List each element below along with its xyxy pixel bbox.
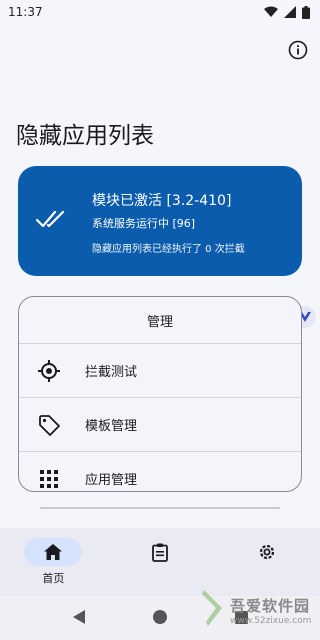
apps-grid-icon (37, 467, 61, 491)
status-time: 11:37 (8, 5, 43, 19)
manage-item-label: 模板管理 (85, 419, 138, 434)
target-icon (37, 359, 61, 383)
watermark-url: www.52zixue.com (230, 615, 312, 626)
service-running-text: 系统服务运行中 [96] (92, 217, 196, 230)
info-icon (288, 40, 308, 60)
battery-icon (302, 5, 310, 19)
manage-item-template[interactable]: 模板管理 (19, 397, 301, 451)
watermark-text: 吾爱软件园 www.52zixue.com (230, 595, 311, 626)
manage-item-label: 拦截测试 (85, 365, 138, 380)
status-icons (264, 5, 310, 19)
info-button[interactable] (286, 38, 310, 62)
wifi-icon (264, 6, 278, 18)
nav-logs[interactable] (107, 528, 214, 596)
nav-home-label: 首页 (42, 572, 65, 585)
nav-home-pill (24, 538, 83, 566)
manage-card: 管理 拦截测试 模板管理 应用管理 (18, 296, 302, 492)
manage-header: 管理 (146, 314, 173, 330)
home-circle-icon[interactable] (152, 609, 167, 628)
content-divider (40, 507, 280, 509)
module-status-text: 模块已激活 [3.2-410] 系统服务运行中 [96] 隐藏应用列表已经执行了… (92, 190, 245, 255)
manage-item-apps[interactable]: 应用管理 (19, 451, 301, 491)
module-active-title: 模块已激活 [3.2-410] (92, 193, 232, 209)
manage-item-intercept-test[interactable]: 拦截测试 (19, 343, 301, 397)
nav-home[interactable]: 首页 (0, 528, 107, 596)
tag-icon (37, 413, 61, 437)
status-bar: 11:37 (0, 0, 320, 24)
settings-icon (259, 544, 274, 560)
nav-settings-pill (238, 538, 296, 566)
nav-logs-pill (131, 538, 189, 566)
home-icon (44, 544, 63, 560)
page-title: 隐藏应用列表 (16, 123, 154, 149)
signal-icon (284, 6, 296, 18)
module-status-card[interactable]: 模块已激活 [3.2-410] 系统服务运行中 [96] 隐藏应用列表已经执行了… (18, 166, 302, 276)
clipboard-icon (152, 543, 168, 562)
manage-item-label: 应用管理 (85, 473, 138, 488)
watermark-title: 吾爱软件园 (230, 596, 311, 615)
back-icon[interactable] (72, 609, 85, 628)
double-check-icon (35, 208, 66, 234)
intercept-count-text: 隐藏应用列表已经执行了 0 次拦截 (92, 244, 245, 255)
watermark-logo-icon (200, 588, 226, 632)
site-watermark: 吾爱软件园 www.52zixue.com (200, 584, 316, 636)
